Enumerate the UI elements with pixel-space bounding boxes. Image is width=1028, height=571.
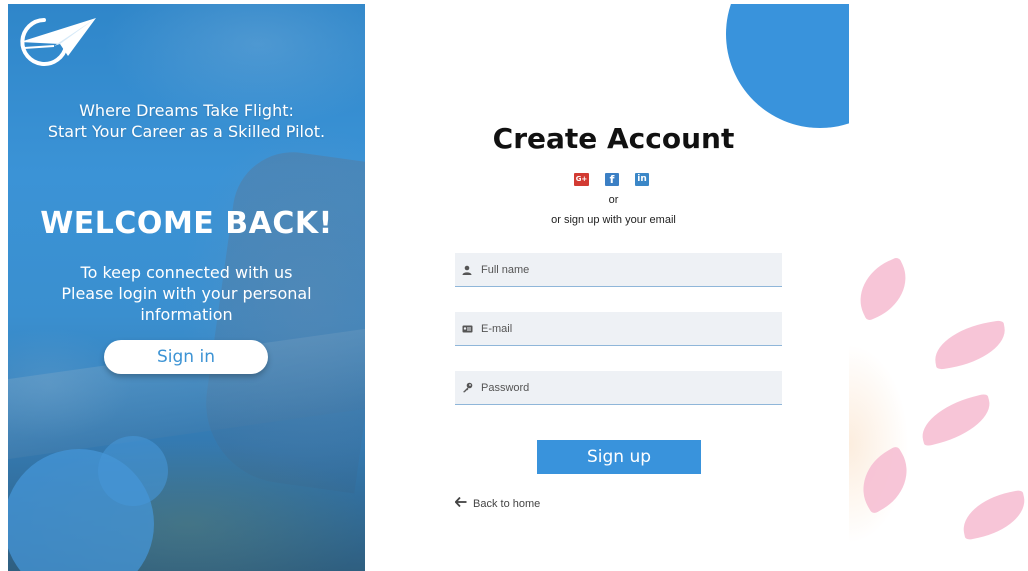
petals-decoration [849,4,1028,571]
petal [957,489,1028,541]
tagline-line-2: Start Your Career as a Skilled Pilot. [47,122,326,141]
decorative-glow [849,344,909,544]
email-field [455,312,782,346]
key-icon [461,382,473,394]
arrow-left-icon [454,496,467,510]
id-card-icon [461,323,473,335]
login-message-line-3: information [140,305,233,324]
login-message: To keep connected with us Please login w… [8,262,365,325]
petal [849,256,919,322]
password-input[interactable] [481,377,761,398]
welcome-heading: WELCOME BACK! [40,206,333,241]
full-name-input[interactable] [481,259,761,280]
user-icon [461,264,473,276]
full-name-field [455,253,782,287]
sign-up-button[interactable]: Sign up [537,440,701,474]
google-plus-icon[interactable]: G+ [574,172,589,186]
create-account-panel: Create Account G+ f in or or sign up wit… [365,4,849,571]
login-message-line-2: Please login with your personal [61,284,312,303]
welcome-panel: Where Dreams Take Flight: Start Your Car… [8,4,365,571]
petal [930,319,1010,371]
sign-in-button[interactable]: Sign in [104,340,268,374]
tagline: Where Dreams Take Flight: Start Your Car… [8,100,365,142]
email-signup-hint: or sign up with your email [551,214,676,226]
petal [915,393,997,447]
tagline-line-1: Where Dreams Take Flight: [79,101,294,120]
login-message-line-1: To keep connected with us [80,263,293,282]
paper-plane-circle-icon [20,18,96,66]
password-field [455,371,782,405]
linkedin-icon[interactable]: in [635,172,649,186]
or-separator: or [608,194,619,206]
back-to-home-label: Back to home [473,497,541,510]
decorative-corner-circle [726,4,849,128]
social-login-row: G+ f in [574,172,649,186]
facebook-icon[interactable]: f [605,172,619,186]
page-title: Create Account [492,122,735,155]
back-to-home-link[interactable]: Back to home [454,496,541,510]
email-input[interactable] [481,318,761,339]
decorative-circle-small [98,436,168,506]
